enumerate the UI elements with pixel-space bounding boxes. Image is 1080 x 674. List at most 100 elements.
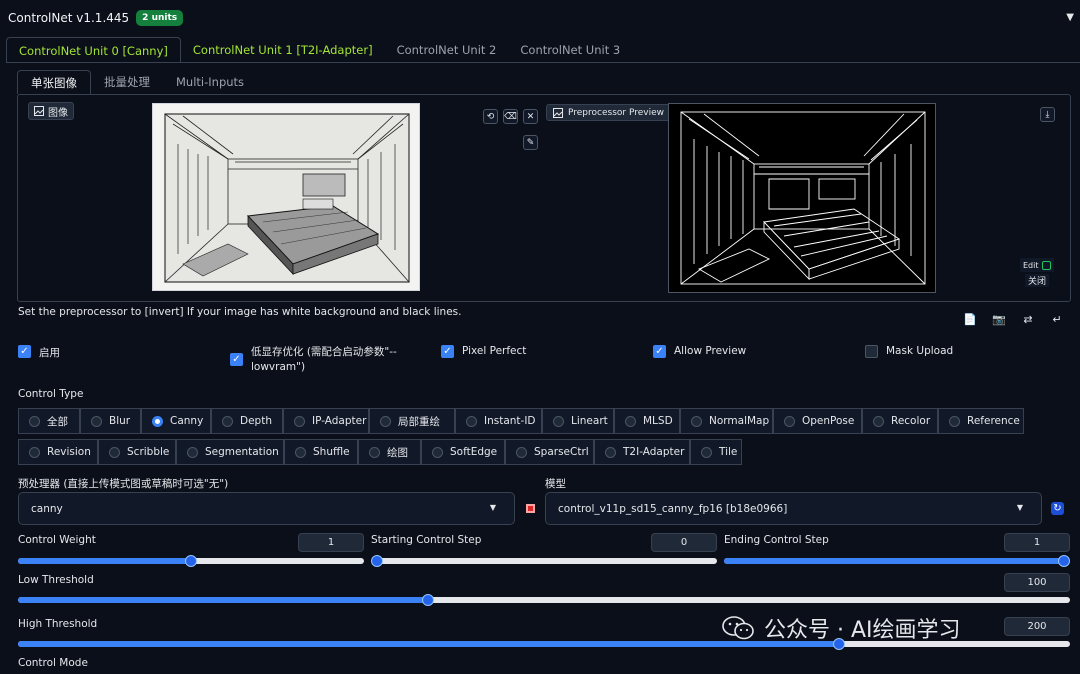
radio-recolor[interactable]: Recolor [862, 408, 938, 434]
tab-unit-2[interactable]: ControlNet Unit 2 [385, 37, 509, 63]
radio-dot[interactable] [29, 415, 40, 427]
radio-revision[interactable]: Revision [18, 439, 98, 465]
ending-step-slider[interactable] [724, 555, 1070, 567]
radio-depth[interactable]: Depth [211, 408, 283, 434]
tab-unit-3[interactable]: ControlNet Unit 3 [508, 37, 632, 63]
checkbox-box[interactable] [865, 345, 878, 358]
model-value: control_v11p_sd15_canny_fp16 [b18e0966] [558, 502, 788, 515]
starting-step-slider[interactable] [371, 555, 717, 567]
checkbox-box[interactable]: ✓ [18, 345, 31, 358]
radio-all[interactable]: 全部 [18, 408, 80, 434]
lowvram-checkbox[interactable]: ✓ 低显存优化 (需配合启动参数"-- lowvram") [230, 345, 397, 375]
eraser-icon[interactable]: ⌫ [503, 109, 518, 124]
radio-softedge[interactable]: SoftEdge [421, 439, 505, 465]
radio-dot[interactable] [222, 415, 233, 427]
pixel-perfect-checkbox[interactable]: ✓ Pixel Perfect [441, 345, 526, 358]
model-dropdown[interactable]: control_v11p_sd15_canny_fp16 [b18e0966] … [545, 492, 1042, 525]
document-icon[interactable]: 📄 [963, 312, 977, 326]
radio-dot[interactable] [466, 415, 477, 427]
tab-batch[interactable]: 批量处理 [91, 70, 163, 94]
radio-dot[interactable] [380, 415, 391, 427]
radio-openpose[interactable]: OpenPose [773, 408, 862, 434]
radio-dot[interactable] [187, 446, 198, 458]
pixel-perfect-label: Pixel Perfect [462, 345, 527, 357]
radio-dot[interactable] [605, 446, 616, 458]
slider-knob[interactable] [185, 555, 197, 567]
camera-icon[interactable]: 📷 [992, 312, 1006, 326]
run-preprocessor-icon[interactable] [526, 504, 535, 513]
radio-lineart[interactable]: Lineart [542, 408, 614, 434]
radio-dot[interactable] [432, 446, 443, 458]
low-threshold-slider[interactable] [18, 594, 1070, 606]
radio-dot[interactable] [691, 415, 702, 427]
accordion-header[interactable]: ControlNet v1.1.445 2 units ▼ [0, 0, 1080, 36]
radio-dot[interactable] [152, 415, 163, 427]
radio-label: OpenPose [802, 415, 855, 427]
checkbox-box[interactable]: ✓ [653, 345, 666, 358]
radio-blur[interactable]: Blur [80, 408, 141, 434]
control-weight-input[interactable]: 1 [298, 533, 364, 552]
brush-icon[interactable]: ✎ [523, 135, 538, 150]
radio-dot[interactable] [701, 446, 712, 458]
reset-icon[interactable]: ⟲ [483, 109, 498, 124]
radio-t2i-adapter[interactable]: T2I-Adapter [594, 439, 690, 465]
control-type-row-1: 全部 Blur Canny Depth IP-Adapter 局部重绘 Inst… [18, 408, 1024, 434]
radio-dot[interactable] [29, 446, 40, 458]
slider-knob[interactable] [371, 555, 383, 567]
swap-icon[interactable]: ⇄ [1021, 312, 1035, 326]
mask-upload-checkbox[interactable]: Mask Upload [865, 345, 953, 358]
radio-tile[interactable]: Tile [690, 439, 742, 465]
tab-unit-1[interactable]: ControlNet Unit 1 [T2I-Adapter] [181, 37, 385, 63]
allow-preview-checkbox[interactable]: ✓ Allow Preview [653, 345, 746, 358]
radio-label: Canny [170, 415, 204, 427]
radio-reference[interactable]: Reference [938, 408, 1024, 434]
radio-drawing[interactable]: 绘图 [358, 439, 421, 465]
high-threshold-input[interactable]: 200 [1004, 617, 1070, 636]
close-preview-button[interactable]: 关闭 [1025, 274, 1050, 287]
close-icon[interactable]: ✕ [523, 109, 538, 124]
edit-button[interactable]: Edit [1020, 258, 1054, 272]
input-image[interactable] [152, 103, 420, 291]
enable-checkbox[interactable]: ✓ 启用 [18, 345, 60, 360]
radio-dot[interactable] [369, 446, 380, 458]
tab-unit-0[interactable]: ControlNet Unit 0 [Canny] [6, 37, 181, 63]
radio-instant-id[interactable]: Instant-ID [455, 408, 542, 434]
radio-label: Lineart [571, 415, 608, 427]
radio-dot[interactable] [784, 415, 795, 427]
radio-dot[interactable] [294, 415, 305, 427]
radio-segmentation[interactable]: Segmentation [176, 439, 284, 465]
radio-dot[interactable] [873, 415, 884, 427]
preprocessor-dropdown[interactable]: canny ▼ [18, 492, 515, 525]
radio-dot[interactable] [625, 415, 636, 427]
radio-canny[interactable]: Canny [141, 408, 211, 434]
tab-multi-inputs[interactable]: Multi-Inputs [163, 70, 257, 94]
radio-sparsectrl[interactable]: SparseCtrl [505, 439, 594, 465]
image-icon [34, 106, 44, 116]
radio-scribble[interactable]: Scribble [98, 439, 176, 465]
radio-label: Shuffle [313, 446, 350, 458]
radio-dot[interactable] [91, 415, 102, 427]
starting-step-input[interactable]: 0 [651, 533, 717, 552]
control-weight-slider[interactable] [18, 555, 364, 567]
collapse-triangle-icon[interactable]: ▼ [1066, 12, 1074, 23]
radio-dot[interactable] [949, 415, 960, 427]
slider-knob[interactable] [1058, 555, 1070, 567]
tab-single-image[interactable]: 单张图像 [17, 70, 91, 94]
refresh-icon[interactable]: ↻ [1051, 502, 1064, 515]
unit-tabs: ControlNet Unit 0 [Canny] ControlNet Uni… [6, 37, 632, 63]
radio-shuffle[interactable]: Shuffle [284, 439, 358, 465]
checkbox-box[interactable]: ✓ [230, 353, 243, 366]
checkbox-box[interactable]: ✓ [441, 345, 454, 358]
radio-normalmap[interactable]: NormalMap [680, 408, 773, 434]
radio-dot[interactable] [516, 446, 527, 458]
radio-mlsd[interactable]: MLSD [614, 408, 680, 434]
download-icon[interactable]: ⤓ [1040, 107, 1055, 122]
radio-dot[interactable] [109, 446, 120, 458]
ending-step-input[interactable]: 1 [1004, 533, 1070, 552]
radio-dot[interactable] [295, 446, 306, 458]
radio-inpaint[interactable]: 局部重绘 [369, 408, 455, 434]
send-dimensions-icon[interactable]: ↵ [1050, 312, 1064, 326]
radio-ip-adapter[interactable]: IP-Adapter [283, 408, 369, 434]
radio-dot[interactable] [553, 415, 564, 427]
low-threshold-input[interactable]: 100 [1004, 573, 1070, 592]
